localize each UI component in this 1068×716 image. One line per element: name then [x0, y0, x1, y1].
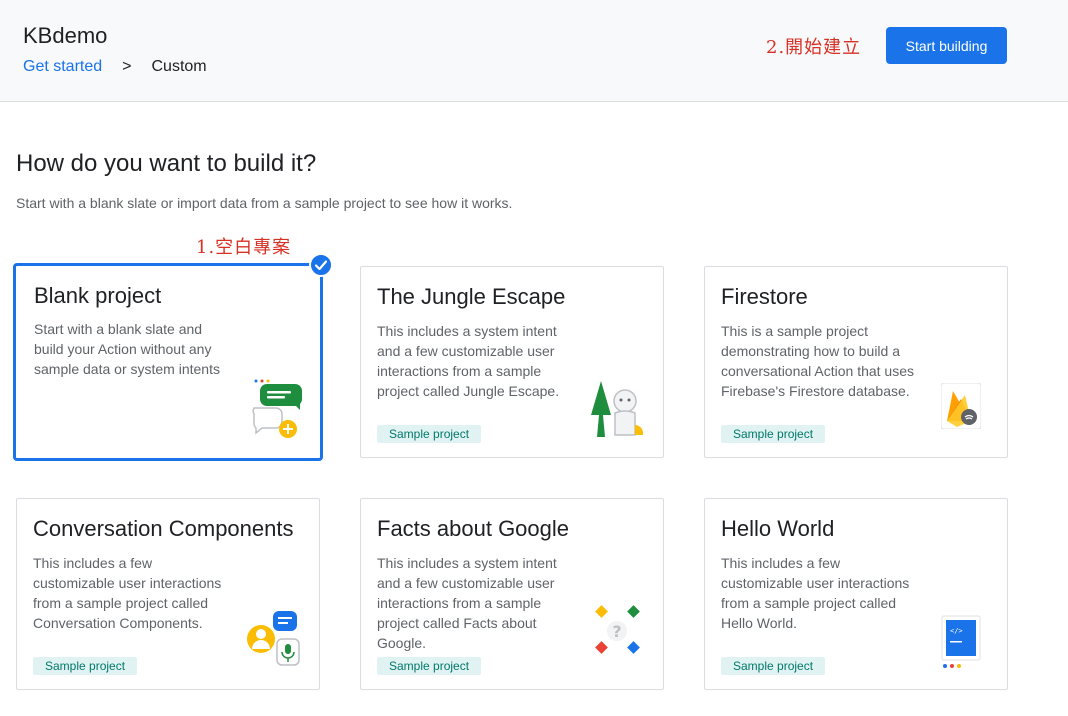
card-description: This includes a few customizable user in… — [33, 555, 222, 631]
card-title: Hello World — [721, 516, 835, 541]
conversation-icon — [245, 609, 305, 671]
annotation-blank-project: 1.空白專案 — [196, 237, 292, 258]
card-title: Blank project — [34, 283, 162, 308]
conversation-components-card[interactable]: Conversation Components This includes a … — [16, 498, 320, 690]
google-facts-icon: ? — [593, 603, 643, 657]
start-building-button[interactable]: Start building — [886, 27, 1007, 64]
card-title: Facts about Google — [377, 516, 570, 541]
firestore-card[interactable]: Firestore This is a sample project demon… — [704, 266, 1008, 458]
breadcrumb-get-started-link[interactable]: Get started — [23, 58, 102, 76]
card-description: Start with a blank slate and build your … — [34, 321, 220, 377]
card-description: This is a sample project demonstrating h… — [721, 323, 915, 399]
app-title: KBdemo — [23, 23, 108, 48]
card-title: The Jungle Escape — [377, 284, 566, 309]
hello-world-card[interactable]: Hello World This includes a few customiz… — [704, 498, 1008, 690]
card-description: This includes a system intent and a few … — [377, 323, 560, 399]
chat-bubbles-icon — [248, 378, 308, 442]
facts-about-google-card[interactable]: Facts about Google This includes a syste… — [360, 498, 664, 690]
sample-project-badge: Sample project — [721, 657, 826, 675]
sample-project-badge: Sample project — [721, 425, 826, 443]
page-subheading: Start with a blank slate or import data … — [16, 195, 513, 211]
jungle-monkey-icon — [589, 379, 649, 439]
breadcrumb-current: Custom — [151, 58, 207, 75]
card-description: This includes a system intent and a few … — [377, 555, 557, 651]
breadcrumb-separator: > — [122, 58, 132, 75]
svg-text:</>: </> — [950, 627, 963, 635]
firebase-icon — [940, 382, 982, 430]
top-bar: KBdemo Get started > Custom 2.開始建立 Start… — [0, 0, 1068, 102]
sample-project-badge: Sample project — [33, 657, 138, 675]
sample-project-badge: Sample project — [377, 657, 482, 675]
blank-project-card[interactable]: Blank project Start with a blank slate a… — [13, 253, 333, 461]
card-title: Firestore — [721, 284, 808, 309]
selected-check-icon — [309, 253, 333, 277]
card-description: This includes a few customizable user in… — [721, 555, 910, 631]
sample-project-badge: Sample project — [377, 425, 482, 443]
jungle-escape-card[interactable]: The Jungle Escape This includes a system… — [360, 266, 664, 458]
svg-text:?: ? — [612, 622, 621, 641]
page-heading: How do you want to build it? — [16, 150, 317, 177]
breadcrumb: Get started > Custom — [23, 58, 207, 76]
card-title: Conversation Components — [33, 516, 294, 541]
annotation-start-building: 2.開始建立 — [766, 37, 862, 58]
code-doc-icon: </> — [941, 615, 981, 671]
